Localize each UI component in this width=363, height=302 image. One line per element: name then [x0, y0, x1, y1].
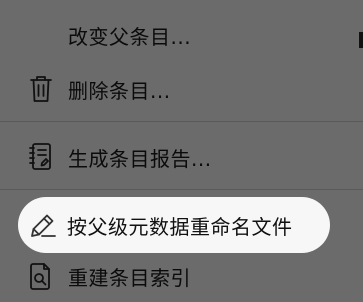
menu-item-rename-from-parent[interactable]: 按父级元数据重命名文件	[18, 197, 330, 253]
menu-item-label: 按父级元数据重命名文件	[67, 214, 293, 239]
document-search-icon	[26, 261, 56, 291]
menu-item-label: 删除条目...	[68, 78, 171, 103]
menu-separator	[0, 121, 363, 122]
trash-icon	[26, 74, 56, 104]
menu-item-generate-report[interactable]: 生成条目报告...	[0, 131, 363, 183]
window-edge-marker	[359, 32, 363, 48]
context-menu: 改变父条目... 删除条目... 生成条目报告... 按父级元数据重命名文件 重…	[0, 0, 363, 299]
menu-item-delete[interactable]: 删除条目...	[0, 63, 363, 115]
menu-item-reindex[interactable]: 重建条目索引	[0, 250, 363, 302]
pencil-icon	[28, 210, 58, 240]
menu-separator	[0, 189, 363, 190]
menu-item-label: 生成条目报告...	[68, 146, 212, 171]
menu-item-label: 重建条目索引	[68, 265, 191, 290]
menu-item-change-parent[interactable]: 改变父条目...	[0, 9, 363, 61]
report-icon	[26, 142, 56, 172]
menu-item-label: 改变父条目...	[68, 24, 192, 49]
